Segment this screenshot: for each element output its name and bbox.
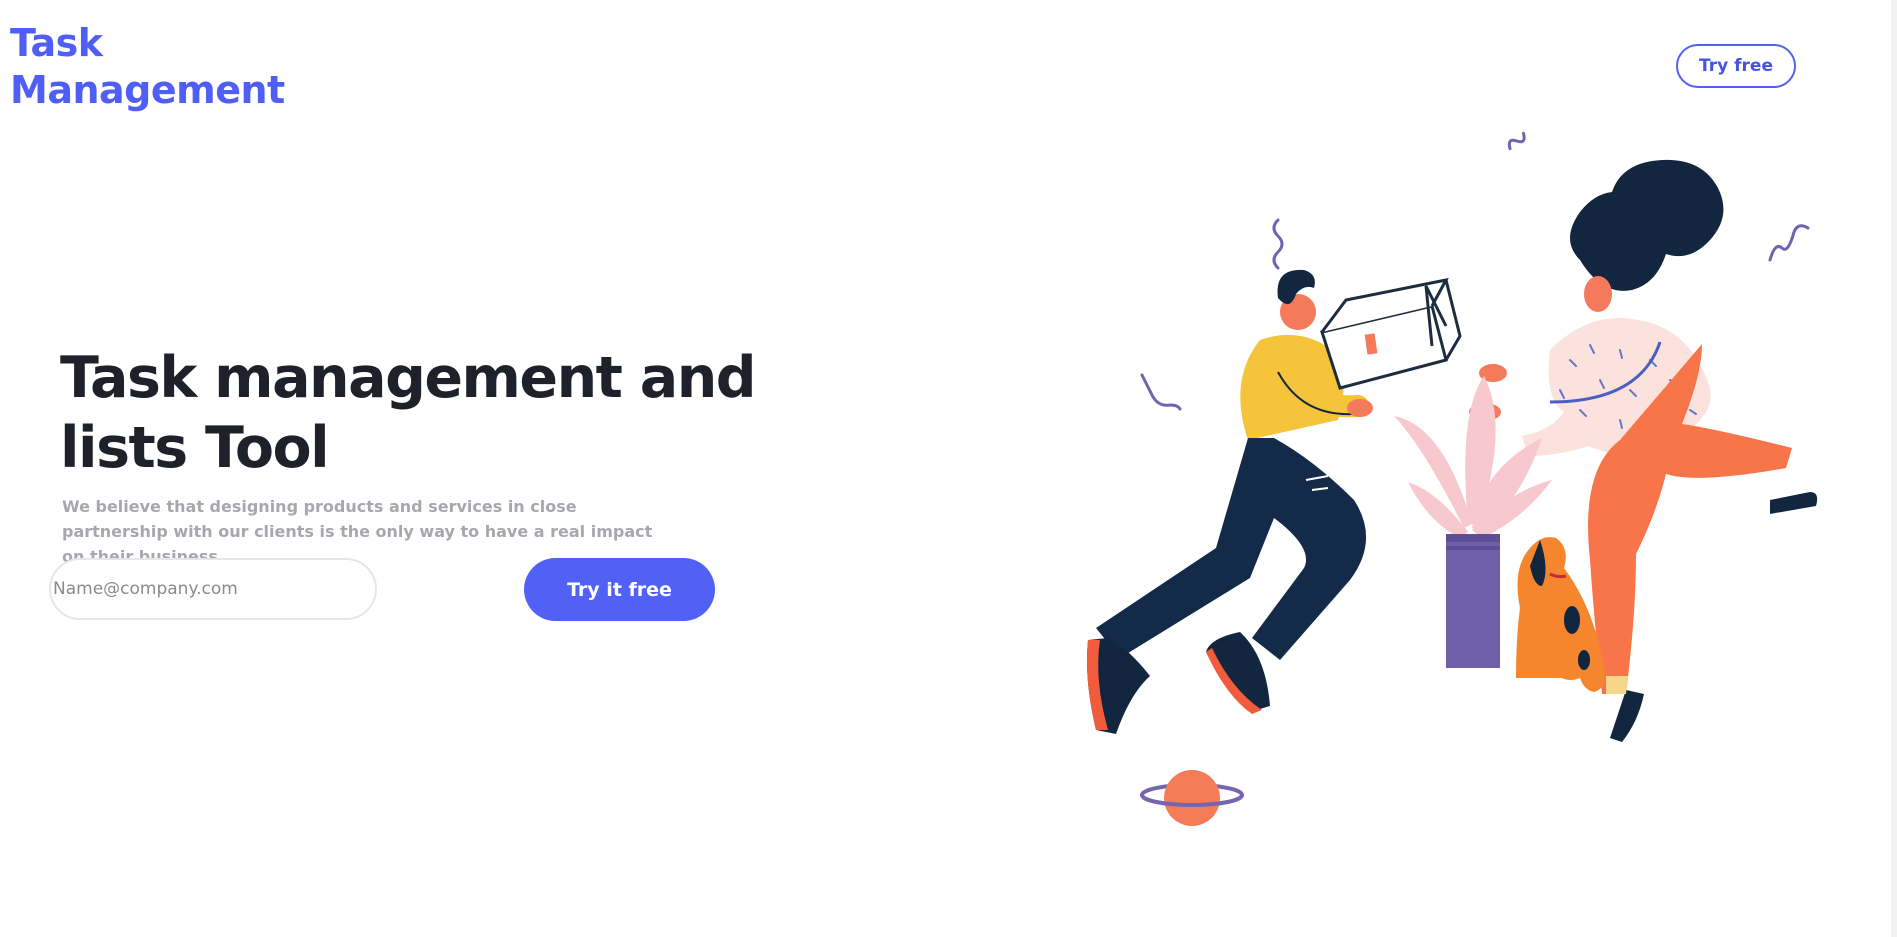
- squiggle-decoration: [1272, 218, 1284, 270]
- woman-hair: [1570, 159, 1724, 291]
- people-exchanging-box-illustration: [1087, 131, 1818, 826]
- email-field[interactable]: [49, 558, 377, 620]
- logo[interactable]: Task Management: [10, 20, 285, 114]
- landing-page: Task Management Try free Task management…: [0, 0, 1897, 937]
- squiggle-decoration: [1768, 224, 1810, 262]
- plant-pot: [1446, 534, 1500, 668]
- try-it-free-button[interactable]: Try it free: [524, 558, 715, 621]
- squiggle-decoration: [1140, 373, 1182, 411]
- logo-line-2: Management: [10, 68, 285, 112]
- hero-title: Task management and lists Tool: [60, 345, 757, 481]
- try-free-button[interactable]: Try free: [1676, 44, 1796, 88]
- scrollbar[interactable]: [1891, 0, 1897, 937]
- squiggle-decoration: [1507, 131, 1526, 151]
- man-pants: [1096, 438, 1367, 660]
- planet: [1164, 770, 1220, 826]
- logo-line-1: Task: [10, 21, 103, 65]
